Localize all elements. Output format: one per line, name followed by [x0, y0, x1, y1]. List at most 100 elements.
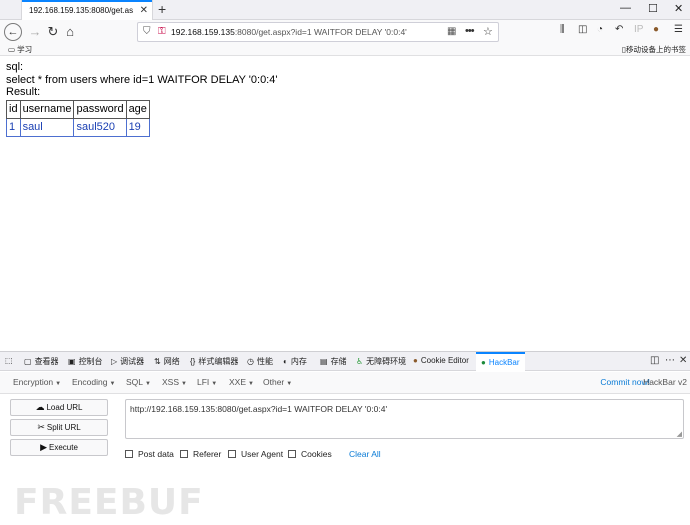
devtools-tab-network[interactable]: ⇅ 网络	[154, 356, 180, 367]
url-text[interactable]: 192.168.159.135:8080/get.aspx?id=1 WAITF…	[171, 27, 407, 37]
table-row: 1 saul saul520 19	[6, 117, 150, 137]
menu-sql[interactable]: SQL ▼	[126, 377, 151, 387]
page-actions-icon[interactable]: •••	[465, 25, 475, 37]
menu-label: Other	[263, 377, 285, 387]
extension-icon[interactable]: ◔	[597, 24, 603, 35]
menu-label: SQL	[126, 377, 144, 387]
table-header-row: id username password age	[6, 99, 150, 119]
caret-down-icon: ▼	[181, 381, 187, 387]
devtools-tab-accessibility[interactable]: ♿ 无障碍环境	[356, 356, 406, 367]
checkbox-label: Cookies	[301, 449, 332, 459]
tab-label: 性能	[256, 357, 273, 366]
result-table: id username password age 1 saul saul520 …	[6, 99, 150, 137]
cookie-editor-icon: ●	[413, 356, 418, 365]
checkbox-label: User Agent	[241, 449, 284, 459]
menu-lfi[interactable]: LFI ▼	[197, 377, 217, 387]
execute-button[interactable]: ▶ Execute	[10, 439, 108, 456]
minimize-icon[interactable]: —	[620, 2, 631, 14]
dock-icon[interactable]: ◫	[650, 355, 659, 366]
tracking-shield-icon[interactable]: ⛉	[143, 26, 151, 37]
hackbar-menu: Encryption ▼ Encoding ▼ SQL ▼ XSS ▼ LFI ▼ XXE…	[0, 372, 690, 394]
checkbox-label: Post data	[138, 449, 174, 459]
tab-title: 192.168.159.135:8080/get.aspx?i	[29, 6, 133, 15]
tab-label: 控制台	[78, 357, 103, 366]
address-bar[interactable]: ⛉ ⚿ 192.168.159.135:8080/get.aspx?id=1 W…	[137, 22, 499, 42]
back-icon[interactable]: ←	[4, 23, 22, 41]
menu-other[interactable]: Other ▼	[263, 377, 292, 387]
ip-icon[interactable]: IP	[634, 24, 643, 35]
tab-label: 网络	[163, 357, 180, 366]
split-url-button[interactable]: ✂ Split URL	[10, 419, 108, 436]
devtools-tab-debugger[interactable]: ▷ 调试器	[111, 356, 144, 367]
bookmark-star-icon[interactable]: ☆	[483, 25, 493, 38]
tab-strip: 192.168.159.135:8080/get.aspx?i ✕ + — ☐ …	[0, 0, 690, 20]
forward-icon[interactable]: →	[26, 23, 44, 41]
browser-tab[interactable]: 192.168.159.135:8080/get.aspx?i ✕	[22, 0, 152, 20]
devtools-tab-storage[interactable]: ▤ 存储	[320, 356, 347, 367]
window-close-icon[interactable]: ✕	[674, 2, 683, 15]
checkbox-box[interactable]	[125, 450, 133, 458]
caret-down-icon: ▼	[248, 381, 254, 387]
menu-label: Encryption	[13, 377, 54, 387]
undo-icon[interactable]: ↶	[615, 24, 623, 35]
storage-icon: ▤	[320, 357, 328, 366]
menu-xxe[interactable]: XXE ▼	[229, 377, 254, 387]
table-cell: 1	[6, 117, 21, 137]
resize-grip-icon[interactable]: ◢	[677, 430, 682, 438]
column-header: age	[125, 99, 150, 119]
sidebar-icon[interactable]: ◫	[578, 24, 587, 35]
checkbox-box[interactable]	[228, 450, 236, 458]
new-tab-icon[interactable]: +	[158, 1, 166, 17]
close-tab-icon[interactable]: ✕	[140, 5, 148, 16]
post-data-checkbox[interactable]: Post data	[125, 449, 174, 459]
home-icon[interactable]: ⌂	[61, 23, 79, 41]
library-icon[interactable]: ⫼	[560, 24, 565, 35]
devtools-menu-icon[interactable]: ⋯	[665, 355, 675, 366]
sql-query: select * from users where id=1 WAITFOR D…	[6, 73, 278, 86]
devtools-panel: ⬚ ▢ 查看器 ▣ 控制台 ▷ 调试器 ⇅ 网络 {} 样式编辑器 ◷ 性能 ◐ 内存 ▤ 存储…	[0, 351, 690, 525]
menu-encryption[interactable]: Encryption ▼	[13, 377, 61, 387]
insecure-lock-icon[interactable]: ⚿	[158, 26, 166, 37]
devtools-tab-style-editor[interactable]: {} 样式编辑器	[190, 356, 238, 367]
tab-label: 调试器	[120, 357, 145, 366]
cookies-checkbox[interactable]: Cookies	[288, 449, 332, 459]
tab-label: Cookie Editor	[420, 356, 469, 365]
element-picker-icon[interactable]: ⬚	[5, 356, 13, 365]
style-editor-icon: {}	[190, 357, 196, 366]
devtools-tab-memory[interactable]: ◐ 内存	[283, 356, 307, 367]
devtools-close-icon[interactable]: ✕	[679, 355, 687, 366]
bookmark-folder-label: 学习	[17, 45, 33, 54]
bookmark-folder[interactable]: ▭ 学习	[8, 44, 32, 55]
page-content: sql: select * from users where id=1 WAIT…	[6, 61, 277, 137]
user-agent-checkbox[interactable]: User Agent	[228, 449, 283, 459]
devtools-tab-console[interactable]: ▣ 控制台	[68, 356, 103, 367]
tab-label: 存储	[330, 357, 347, 366]
devtools-tab-inspector[interactable]: ▢ 查看器	[24, 356, 59, 367]
qr-code-icon[interactable]: ▦	[447, 26, 456, 37]
checkbox-box[interactable]	[180, 450, 188, 458]
caret-down-icon: ▼	[109, 381, 116, 387]
mobile-bookmarks[interactable]: ▯移动设备上的书签	[622, 44, 686, 55]
load-url-button[interactable]: ☁ Load URL	[10, 399, 108, 416]
clear-all-link[interactable]: Clear All	[349, 449, 381, 459]
url-host: 192.168.159.135	[171, 27, 235, 37]
column-header: id	[6, 99, 21, 119]
cookie-icon[interactable]: ●	[653, 24, 659, 35]
menu-encoding[interactable]: Encoding ▼	[72, 377, 115, 387]
referer-checkbox[interactable]: Referer	[180, 449, 221, 459]
caret-down-icon: ▼	[55, 381, 62, 387]
checkbox-box[interactable]	[288, 450, 296, 458]
tab-label: 内存	[290, 357, 307, 366]
performance-icon: ◷	[247, 357, 254, 366]
url-rest: :8080/get.aspx?id=1 WAITFOR DELAY '0:0:4…	[234, 27, 407, 37]
devtools-tab-cookie-editor[interactable]: ● Cookie Editor	[413, 356, 469, 365]
maximize-icon[interactable]: ☐	[648, 2, 658, 15]
devtools-tab-performance[interactable]: ◷ 性能	[247, 356, 273, 367]
hackbar-url-textarea[interactable]: http://192.168.159.135:8080/get.aspx?id=…	[125, 399, 684, 439]
menu-icon[interactable]: ☰	[674, 24, 683, 35]
devtools-tab-hackbar[interactable]: ● HackBar	[476, 352, 525, 371]
menu-xss[interactable]: XSS ▼	[162, 377, 187, 387]
reload-icon[interactable]: ↻	[44, 23, 62, 41]
button-label: Execute	[49, 443, 78, 452]
devtools-tabbar: ⬚ ▢ 查看器 ▣ 控制台 ▷ 调试器 ⇅ 网络 {} 样式编辑器 ◷ 性能 ◐ 内存 ▤ 存储…	[0, 352, 690, 371]
